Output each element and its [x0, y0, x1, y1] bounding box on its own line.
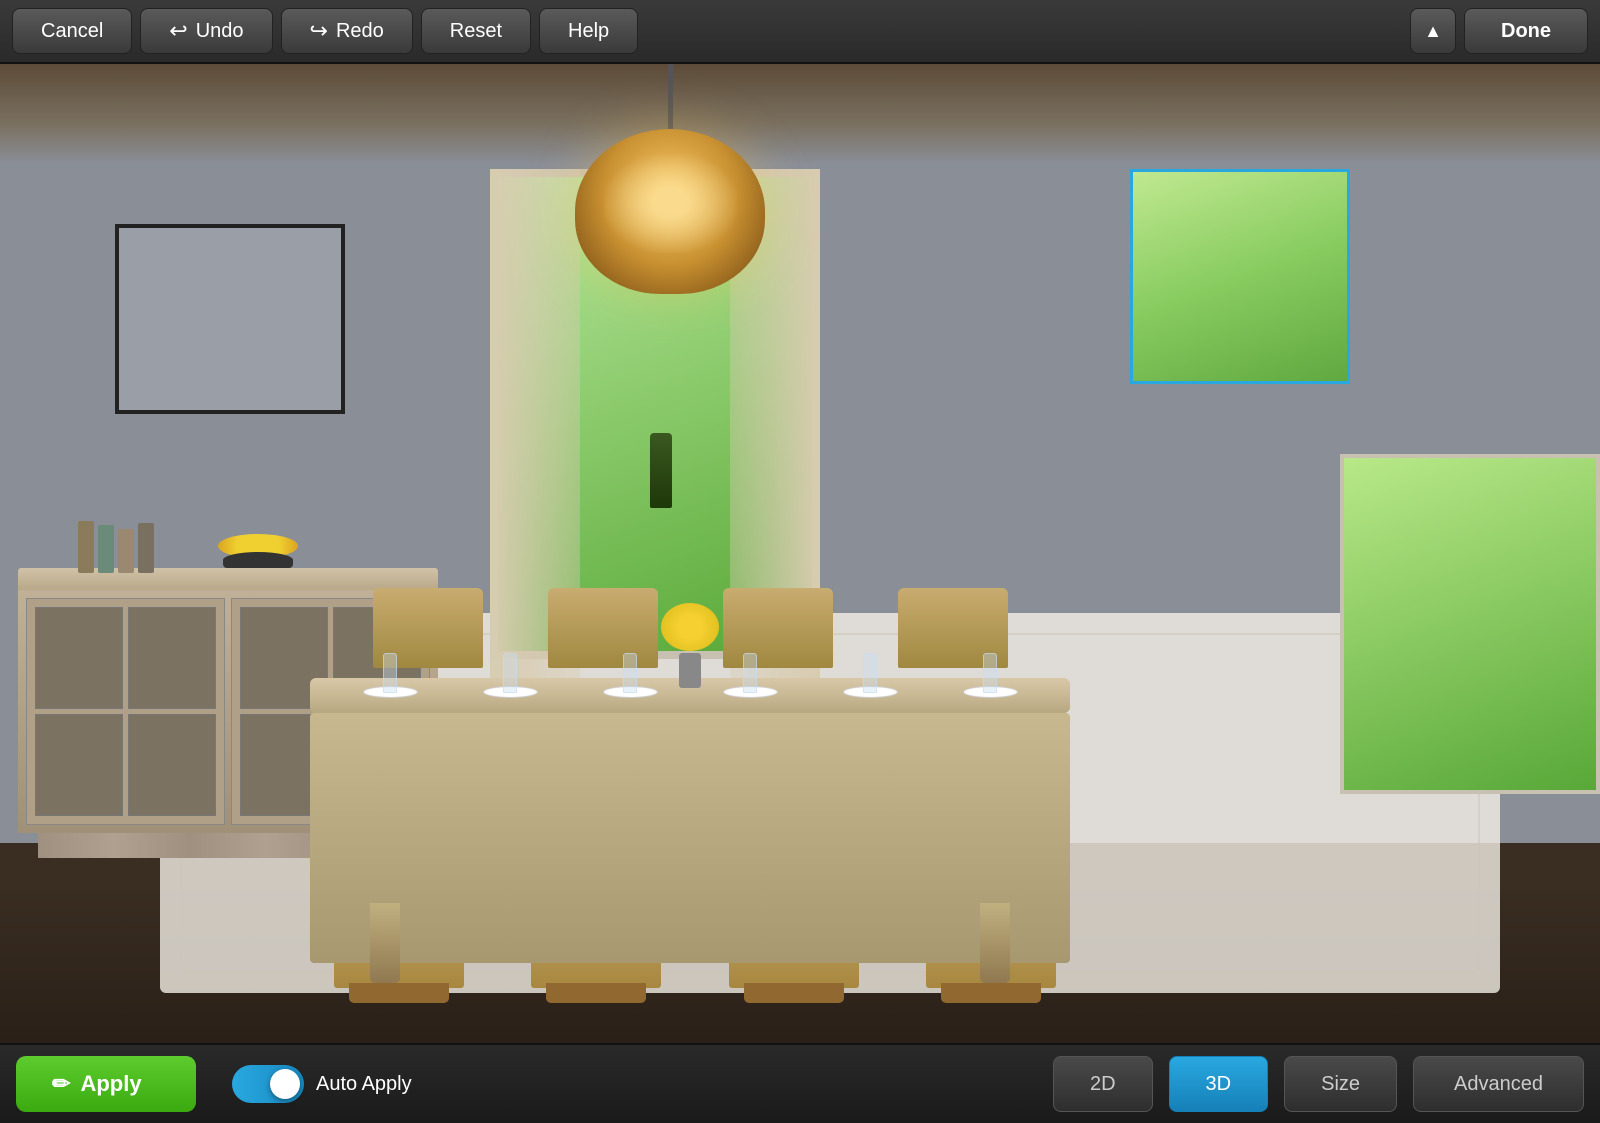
bowl	[223, 552, 293, 568]
undo-icon: ↩	[169, 18, 187, 44]
size-button[interactable]: Size	[1284, 1056, 1397, 1112]
room-scene-container	[0, 64, 1600, 1043]
chandelier-chain	[668, 64, 673, 129]
undo-button[interactable]: ↩ Undo	[140, 8, 272, 54]
wine-bottle	[650, 433, 672, 508]
glass-4	[743, 653, 757, 693]
apply-icon: ✏	[52, 1071, 70, 1097]
auto-apply-label: Auto Apply	[316, 1073, 412, 1096]
glass-6	[983, 653, 997, 693]
book-2	[98, 525, 114, 573]
chandelier	[570, 64, 770, 294]
glass-2	[503, 653, 517, 693]
table-legs	[370, 903, 1010, 983]
redo-button[interactable]: ↪ Redo	[281, 8, 413, 54]
table-leg-right	[980, 903, 1010, 983]
apply-button[interactable]: ✏ Apply	[16, 1056, 196, 1112]
picture-frame[interactable]	[115, 224, 345, 414]
sideboard-books	[78, 518, 198, 573]
dining-table[interactable]	[310, 678, 1070, 963]
chevron-up-icon: ▲	[1424, 21, 1442, 42]
help-button[interactable]: Help	[539, 8, 638, 54]
chandelier-body	[575, 129, 765, 294]
done-button[interactable]: Done	[1464, 8, 1588, 54]
window-bottom-right[interactable]	[1340, 454, 1600, 794]
glass-1	[383, 653, 397, 693]
advanced-button[interactable]: Advanced	[1413, 1056, 1584, 1112]
glass-3	[623, 653, 637, 693]
table-surface	[310, 678, 1070, 713]
glass-5	[863, 653, 877, 693]
toggle-knob	[270, 1069, 300, 1099]
reset-button[interactable]: Reset	[421, 8, 531, 54]
ceiling	[0, 64, 1600, 164]
door-pane-4	[128, 714, 216, 816]
fruit-bowl	[218, 540, 298, 568]
table-leg-left	[370, 903, 400, 983]
flower-top	[661, 603, 719, 651]
book-3	[118, 529, 134, 573]
view-3d-button[interactable]: 3D	[1169, 1056, 1269, 1112]
auto-apply-toggle-container: Auto Apply	[232, 1065, 412, 1103]
door-pane-1	[35, 607, 123, 709]
redo-icon: ↪	[310, 18, 328, 44]
door-pane-2	[128, 607, 216, 709]
view-2d-button[interactable]: 2D	[1053, 1056, 1153, 1112]
collapse-button[interactable]: ▲	[1410, 8, 1456, 54]
room-3d-scene[interactable]	[0, 64, 1600, 1043]
table-body	[310, 713, 1070, 963]
glasses-row	[330, 653, 1050, 693]
book-1	[78, 521, 94, 573]
auto-apply-toggle[interactable]	[232, 1065, 304, 1103]
chandelier-glow	[604, 154, 737, 253]
cancel-button[interactable]: Cancel	[12, 8, 132, 54]
bottom-toolbar: ✏ Apply Auto Apply 2D 3D Size Advanced	[0, 1043, 1600, 1123]
window-top-right[interactable]	[1130, 169, 1350, 384]
sideboard-door-left	[26, 598, 225, 825]
book-4	[138, 523, 154, 573]
top-toolbar: Cancel ↩ Undo ↪ Redo Reset Help ▲ Done	[0, 0, 1600, 64]
door-pane-3	[35, 714, 123, 816]
